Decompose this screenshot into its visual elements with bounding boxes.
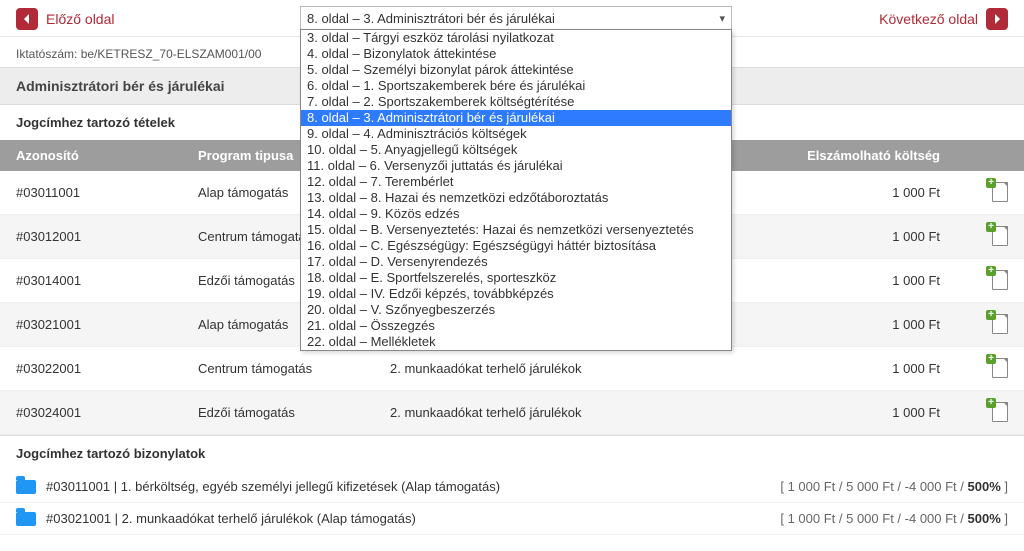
prev-page[interactable]: Előző oldal	[16, 8, 115, 30]
page-select-input[interactable]: 8. oldal – 3. Adminisztrátori bér és jár…	[300, 6, 732, 30]
col-action	[956, 140, 1024, 171]
add-document-icon[interactable]: +	[990, 357, 1008, 377]
page-select-option[interactable]: 3. oldal – Tárgyi eszköz tárolási nyilat…	[301, 30, 731, 46]
add-document-icon[interactable]: +	[990, 401, 1008, 421]
biz-row[interactable]: #03021001 | 2. munkaadókat terhelő járul…	[0, 503, 1024, 535]
biz-header: Jogcímhez tartozó bizonylatok	[0, 435, 1024, 471]
cell-id: #03011001	[0, 171, 182, 215]
cell-desc: 2. munkaadókat terhelő járulékok	[374, 391, 744, 435]
chevron-right-icon[interactable]	[986, 8, 1008, 30]
add-document-icon[interactable]: +	[990, 225, 1008, 245]
iktato-value: be/KETRESZ_70-ELSZAM001/00	[81, 47, 262, 61]
page-select-option[interactable]: 21. oldal – Összegzés	[301, 318, 731, 334]
cell-program: Edzői támogatás	[182, 391, 374, 435]
biz-summary: [ 1 000 Ft / 5 000 Ft / -4 000 Ft / 500%…	[780, 479, 1008, 494]
add-document-icon[interactable]: +	[990, 313, 1008, 333]
page-select-option[interactable]: 8. oldal – 3. Adminisztrátori bér és jár…	[301, 110, 731, 126]
page-select-value: 8. oldal – 3. Adminisztrátori bér és jár…	[307, 11, 555, 26]
cell-cost: 1 000 Ft	[744, 303, 956, 347]
table-row: #03024001Edzői támogatás2. munkaadókat t…	[0, 391, 1024, 435]
pager-bar: Előző oldal 8. oldal – 3. Adminisztrátor…	[0, 0, 1024, 37]
next-page[interactable]: Következő oldal	[879, 8, 1008, 30]
prev-page-label[interactable]: Előző oldal	[46, 11, 115, 27]
page-select-option[interactable]: 13. oldal – 8. Hazai és nemzetközi edzőt…	[301, 190, 731, 206]
cell-id: #03021001	[0, 303, 182, 347]
cell-id: #03024001	[0, 391, 182, 435]
biz-label: #03011001 | 1. bérköltség, egyéb személy…	[46, 479, 500, 494]
chevron-left-icon[interactable]	[16, 8, 38, 30]
add-document-icon[interactable]: +	[990, 269, 1008, 289]
page-select-option[interactable]: 11. oldal – 6. Versenyzői juttatás és já…	[301, 158, 731, 174]
page-select-option[interactable]: 10. oldal – 5. Anyagjellegű költségek	[301, 142, 731, 158]
page-select-option[interactable]: 7. oldal – 2. Sportszakemberek költségté…	[301, 94, 731, 110]
cell-id: #03014001	[0, 259, 182, 303]
page-select-option[interactable]: 12. oldal – 7. Terembérlet	[301, 174, 731, 190]
cell-cost: 1 000 Ft	[744, 391, 956, 435]
biz-label: #03021001 | 2. munkaadókat terhelő járul…	[46, 511, 416, 526]
page-select-option[interactable]: 16. oldal – C. Egészségügy: Egészségügyi…	[301, 238, 731, 254]
cell-cost: 1 000 Ft	[744, 347, 956, 391]
page-select-option[interactable]: 22. oldal – Mellékletek	[301, 334, 731, 350]
page-select[interactable]: 8. oldal – 3. Adminisztrátori bér és jár…	[300, 6, 732, 30]
page-select-option[interactable]: 17. oldal – D. Versenyrendezés	[301, 254, 731, 270]
add-document-icon[interactable]: +	[990, 181, 1008, 201]
col-id: Azonosító	[0, 140, 182, 171]
cell-cost: 1 000 Ft	[744, 215, 956, 259]
folder-icon	[16, 512, 36, 526]
cell-desc: 2. munkaadókat terhelő járulékok	[374, 347, 744, 391]
biz-summary: [ 1 000 Ft / 5 000 Ft / -4 000 Ft / 500%…	[780, 511, 1008, 526]
iktato-label: Iktatószám:	[16, 47, 77, 61]
next-page-label[interactable]: Következő oldal	[879, 11, 978, 27]
page-select-option[interactable]: 15. oldal – B. Versenyeztetés: Hazai és …	[301, 222, 731, 238]
cell-cost: 1 000 Ft	[744, 171, 956, 215]
page-select-option[interactable]: 20. oldal – V. Szőnyegbeszerzés	[301, 302, 731, 318]
col-cost: Elszámolható költség	[744, 140, 956, 171]
cell-id: #03022001	[0, 347, 182, 391]
cell-program: Centrum támogatás	[182, 347, 374, 391]
table-row: #03022001Centrum támogatás2. munkaadókat…	[0, 347, 1024, 391]
page-select-dropdown[interactable]: 3. oldal – Tárgyi eszköz tárolási nyilat…	[300, 29, 732, 351]
folder-icon	[16, 480, 36, 494]
biz-row[interactable]: #03011001 | 1. bérköltség, egyéb személy…	[0, 471, 1024, 503]
chevron-down-icon: ▾	[719, 12, 725, 25]
page-select-option[interactable]: 5. oldal – Személyi bizonylat párok átte…	[301, 62, 731, 78]
page-select-option[interactable]: 14. oldal – 9. Közös edzés	[301, 206, 731, 222]
page-select-option[interactable]: 19. oldal – IV. Edzői képzés, továbbképz…	[301, 286, 731, 302]
page-select-option[interactable]: 4. oldal – Bizonylatok áttekintése	[301, 46, 731, 62]
page-select-option[interactable]: 9. oldal – 4. Adminisztrációs költségek	[301, 126, 731, 142]
cell-cost: 1 000 Ft	[744, 259, 956, 303]
cell-id: #03012001	[0, 215, 182, 259]
page-select-option[interactable]: 6. oldal – 1. Sportszakemberek bére és j…	[301, 78, 731, 94]
page-select-option[interactable]: 18. oldal – E. Sportfelszerelés, sportes…	[301, 270, 731, 286]
